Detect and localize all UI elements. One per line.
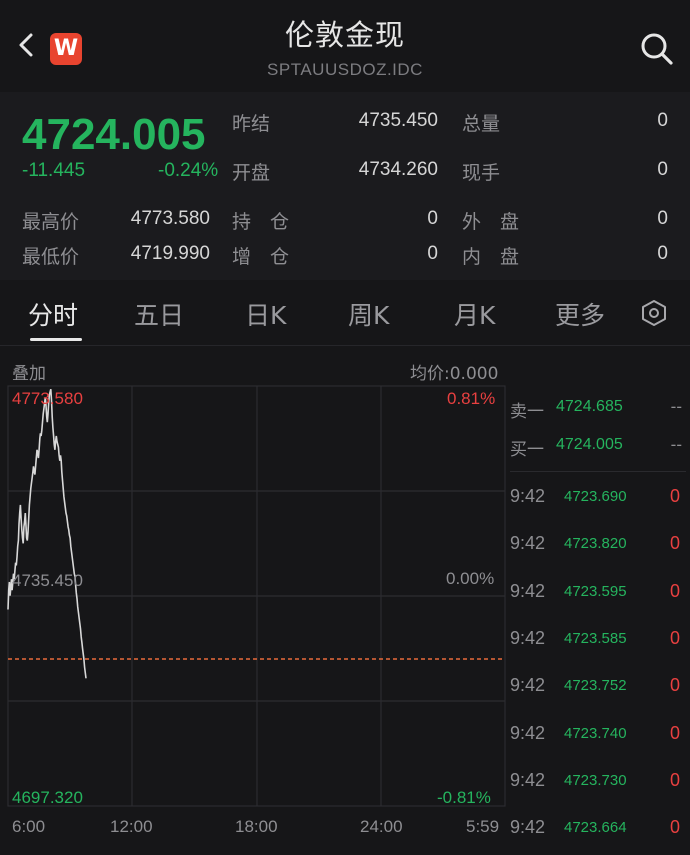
tick-row: 9:42 4723.690 0 (510, 486, 686, 514)
tick-row: 9:42 4723.664 0 (510, 817, 686, 845)
x-label-2400: 24:00 (360, 817, 403, 836)
low-value: 4719.990 (130, 243, 210, 264)
price-series-line (7, 388, 87, 679)
orderbook-sell-row: 卖一 4724.685 -- (510, 397, 686, 425)
tab-intraday[interactable]: 分时 (28, 296, 78, 332)
buy-one-price: 4724.005 (556, 436, 623, 453)
tick-volume: 0 (669, 723, 680, 743)
tick-volume: 0 (669, 817, 680, 837)
tick-price: 4723.820 (564, 535, 627, 552)
tick-price: 4723.585 (564, 630, 627, 647)
instrument-code: SPTAUUSDOZ.IDC (267, 60, 423, 79)
tick-price: 4723.595 (564, 583, 627, 600)
tick-row: 9:42 4723.595 0 (510, 581, 686, 609)
tick-time: 9:42 (510, 533, 546, 553)
y-top-price: 4773.580 (12, 389, 83, 408)
tab-five-day[interactable]: 五日 (134, 296, 184, 332)
outer-volume-value: 0 (657, 208, 668, 229)
tick-volume: 0 (669, 628, 680, 648)
total-volume-value: 0 (657, 110, 668, 131)
tick-time: 9:42 (510, 486, 546, 506)
increase-position-label: 增 仓 (232, 246, 290, 268)
position-value: 0 (427, 208, 438, 229)
tab-daily-k[interactable]: 日K (245, 296, 286, 332)
low-label: 最低价 (22, 246, 80, 268)
change-absolute: -11.445 (22, 160, 86, 181)
position-label: 持 仓 (232, 211, 290, 233)
tick-price: 4723.664 (564, 819, 627, 836)
tab-monthly-k[interactable]: 月K (454, 296, 495, 332)
x-label-0600: 6:00 (12, 817, 46, 836)
tick-price: 4723.690 (564, 488, 627, 505)
tick-time: 9:42 (510, 770, 546, 790)
last-price: 4724.005 (22, 110, 206, 159)
y-bottom-percent: -0.81% (437, 788, 491, 807)
hexagon-settings-icon[interactable] (640, 299, 668, 327)
tick-price: 4723.740 (564, 725, 627, 742)
tick-volume: 0 (669, 770, 680, 790)
inner-volume-label: 内 盘 (462, 246, 520, 268)
tick-row: 9:42 4723.585 0 (510, 628, 686, 656)
outer-volume-label: 外 盘 (462, 211, 520, 233)
high-value: 4773.580 (130, 208, 210, 229)
tick-volume: 0 (669, 486, 680, 506)
open-label: 开盘 (232, 162, 271, 184)
current-hand-value: 0 (657, 159, 668, 180)
quote-panel: 4724.005 -11.445 -0.24% 昨结 4735.450 总量 0… (0, 92, 690, 280)
tick-time: 9:42 (510, 817, 546, 837)
y-mid-price: 4735.450 (12, 571, 83, 590)
tick-row: 9:42 4723.740 0 (510, 723, 686, 751)
page-title: 伦敦金现 (284, 18, 405, 52)
tick-price: 4723.730 (564, 772, 627, 789)
buy-one-volume: -- (670, 435, 682, 454)
prev-settle-label: 昨结 (232, 113, 271, 135)
tick-row: 9:42 4723.730 0 (510, 770, 686, 798)
change-percent: -0.24% (158, 160, 219, 181)
open-value: 4734.260 (358, 159, 438, 180)
tick-volume: 0 (669, 533, 680, 553)
tick-price: 4723.752 (564, 677, 627, 694)
tick-volume: 0 (669, 581, 680, 601)
header: W 伦敦金现 SPTAUUSDOZ.IDC (0, 0, 690, 92)
overlay-button[interactable]: 叠加 (12, 359, 46, 384)
tab-weekly-k[interactable]: 周K (348, 296, 389, 332)
average-price-label: 均价:0.000 (410, 364, 499, 384)
tick-time: 9:42 (510, 628, 546, 648)
active-tab-indicator (30, 338, 82, 341)
x-label-0559: 5:59 (466, 817, 500, 836)
chart-area: 叠加 均价:0.000 4773.580 0.81% 4735.450 0.00… (0, 347, 690, 855)
intraday-chart[interactable] (0, 384, 508, 809)
tick-volume: 0 (669, 675, 680, 695)
x-label-1200: 12:00 (110, 817, 153, 836)
buy-one-label: 买一 (510, 440, 544, 460)
tab-more[interactable]: 更多 (555, 296, 605, 332)
increase-position-value: 0 (427, 243, 438, 264)
total-volume-label: 总量 (462, 113, 501, 135)
y-bottom-price: 4697.320 (12, 788, 83, 807)
period-tabs: 分时 五日 日K 周K 月K 更多 (0, 282, 690, 346)
prev-settle-value: 4735.450 (358, 110, 438, 131)
x-label-1800: 18:00 (235, 817, 278, 836)
orderbook-buy-row: 买一 4724.005 -- (510, 435, 686, 463)
inner-volume-value: 0 (657, 243, 668, 264)
orderbook-divider (510, 471, 686, 472)
tick-time: 9:42 (510, 581, 546, 601)
search-icon[interactable] (640, 32, 674, 66)
sell-one-label: 卖一 (510, 402, 544, 422)
sell-one-price: 4724.685 (556, 398, 623, 415)
tick-time: 9:42 (510, 675, 546, 695)
y-top-percent: 0.81% (447, 389, 496, 408)
high-label: 最高价 (22, 211, 80, 233)
y-mid-percent: 0.00% (446, 569, 495, 588)
tick-time: 9:42 (510, 723, 546, 743)
tick-row: 9:42 4723.752 0 (510, 675, 686, 703)
tick-row: 9:42 4723.820 0 (510, 533, 686, 561)
sell-one-volume: -- (670, 397, 682, 416)
current-hand-label: 现手 (462, 162, 501, 184)
